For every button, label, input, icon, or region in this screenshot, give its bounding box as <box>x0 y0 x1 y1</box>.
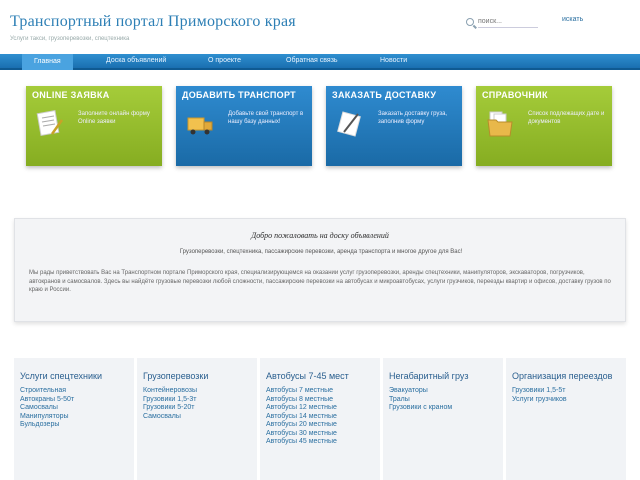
document-pen-icon <box>36 110 64 136</box>
category-column: Услуги спецтехники Строительная Автокран… <box>14 358 134 480</box>
search-button[interactable]: искать <box>562 16 583 23</box>
truck-icon <box>187 117 213 135</box>
category-link[interactable]: Автобусы 14 местные <box>266 413 374 422</box>
category-link[interactable]: Бульдозеры <box>20 421 128 430</box>
category-title[interactable]: Организация переездов <box>512 370 620 383</box>
category-link[interactable]: Услуги грузчиков <box>512 396 620 405</box>
welcome-text: Мы рады приветствовать Вас на Транспортн… <box>29 270 611 293</box>
welcome-panel: Добро пожаловать на доску объявлений Гру… <box>14 218 626 322</box>
category-link[interactable]: Контейнеровозы <box>143 387 251 396</box>
welcome-heading: Добро пожаловать на доску объявлений <box>251 231 389 240</box>
category-link[interactable]: Строительная <box>20 387 128 396</box>
category-link[interactable]: Самосвалы <box>143 413 251 422</box>
category-column: Грузоперевозки Контейнеровозы Грузовики … <box>137 358 257 480</box>
promo-title: Справочник <box>482 90 548 100</box>
category-column: Автобусы 7-45 мест Автобусы 7 местные Ав… <box>260 358 380 480</box>
search-input[interactable] <box>478 16 538 28</box>
site-subtitle: Услуги такси, грузоперевозки, спецтехник… <box>10 36 130 42</box>
promo-add-transport[interactable]: Добавить транспорт Добавьте свой транспо… <box>176 86 312 166</box>
form-pen-icon <box>337 111 361 137</box>
category-column: Организация переездов Грузовики 1,5-5т У… <box>506 358 626 480</box>
category-columns: Услуги спецтехники Строительная Автокран… <box>14 358 626 480</box>
category-link[interactable]: Грузовики 1,5-3т <box>143 396 251 405</box>
search-icon <box>466 18 474 26</box>
folder-icon <box>487 111 513 137</box>
category-link[interactable]: Грузовики 1,5-5т <box>512 387 620 396</box>
nav-item-home[interactable]: Главная <box>22 54 73 70</box>
promo-text: Добавьте свой транспорт в нашу базу данн… <box>228 111 304 125</box>
promo-text: Заполните онлайн форму Online заявки <box>78 111 150 125</box>
category-title[interactable]: Негабаритный груз <box>389 370 497 383</box>
promo-text: Список подлежащих дате и документов <box>528 111 605 125</box>
category-title[interactable]: Грузоперевозки <box>143 370 251 383</box>
category-link[interactable]: Грузовики 5-20т <box>143 404 251 413</box>
category-link[interactable]: Эвакуаторы <box>389 387 497 396</box>
category-link[interactable]: Автокраны 5-50т <box>20 396 128 405</box>
promo-title: Online заявка <box>32 90 110 100</box>
promo-title: Добавить транспорт <box>182 90 296 100</box>
category-link[interactable]: Автобусы 12 местные <box>266 404 374 413</box>
search-bar <box>466 16 538 28</box>
category-link[interactable]: Автобусы 20 местные <box>266 421 374 430</box>
promo-title: Заказать доставку <box>332 90 437 100</box>
category-link[interactable]: Манипуляторы <box>20 413 128 422</box>
site-title[interactable]: Транспортный портал Приморского края <box>10 13 296 31</box>
category-link[interactable]: Автобусы 8 местные <box>266 396 374 405</box>
category-link[interactable]: Автобусы 45 местные <box>266 438 374 447</box>
nav-item-feedback[interactable]: Обратная связь <box>286 57 338 64</box>
promo-order-delivery[interactable]: Заказать доставку Заказать доставку груз… <box>326 86 462 166</box>
nav-item-about[interactable]: О проекте <box>208 57 241 64</box>
promo-online-order[interactable]: Online заявка Заполните онлайн форму Onl… <box>26 86 162 166</box>
category-title[interactable]: Автобусы 7-45 мест <box>266 370 374 383</box>
main-navigation: Главная Доска объявлений О проекте Обрат… <box>0 54 640 70</box>
nav-item-news[interactable]: Новости <box>380 57 407 64</box>
nav-item-board[interactable]: Доска объявлений <box>106 57 166 64</box>
category-title[interactable]: Услуги спецтехники <box>20 370 128 383</box>
promo-directory[interactable]: Справочник Список подлежащих дате и доку… <box>476 86 612 166</box>
promo-text: Заказать доставку груза, заполнив форму <box>378 111 448 125</box>
category-link[interactable]: Тралы <box>389 396 497 405</box>
category-link[interactable]: Грузовики с краном <box>389 404 497 413</box>
category-column: Негабаритный груз Эвакуаторы Тралы Грузо… <box>383 358 503 480</box>
category-link[interactable]: Самосвалы <box>20 404 128 413</box>
welcome-subheading: Грузоперевозки, спецтехника, пассажирски… <box>179 249 463 255</box>
category-link[interactable]: Автобусы 30 местные <box>266 430 374 439</box>
category-link[interactable]: Автобусы 7 местные <box>266 387 374 396</box>
